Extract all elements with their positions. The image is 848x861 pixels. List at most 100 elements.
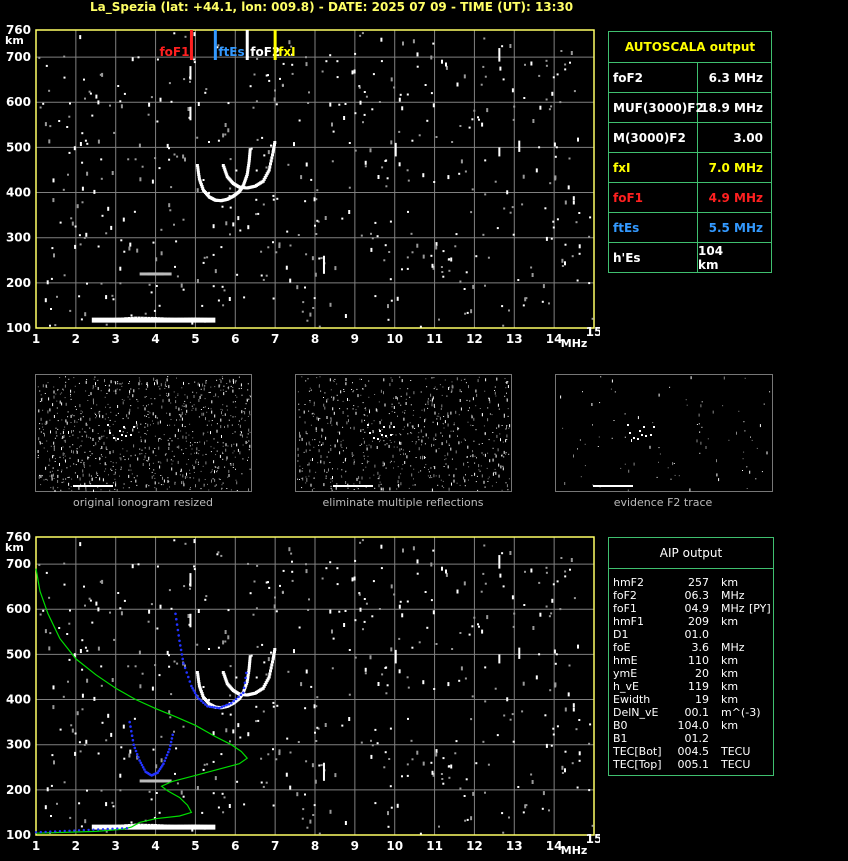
x-tick-label: 15 bbox=[586, 325, 600, 339]
thumbnail-frame bbox=[35, 374, 252, 492]
noise-speckle bbox=[38, 539, 594, 835]
aip-row: foF1 04.9 MHz [PY] bbox=[609, 602, 773, 615]
y-tick-label: 600 bbox=[6, 602, 31, 616]
aip-cell: B0 bbox=[613, 719, 628, 732]
autoscala-value: 4.9 MHz bbox=[708, 190, 763, 205]
noise-dash bbox=[147, 272, 172, 276]
x-tick-label: 7 bbox=[271, 839, 279, 853]
aip-cell: 20 bbox=[695, 667, 709, 680]
y-tick-label: 700 bbox=[6, 50, 31, 64]
thumbnail-caption-original: original ionogram resized bbox=[73, 496, 213, 509]
autoscala-key: fxI bbox=[609, 153, 698, 182]
aip-row: B0 104.0 km bbox=[609, 719, 773, 732]
x-tick-label: 3 bbox=[112, 839, 120, 853]
aip-row: D1 01.0 bbox=[609, 628, 773, 641]
aip-cell bbox=[749, 758, 769, 771]
aip-cell: 004.5 bbox=[677, 745, 710, 758]
aip-cell: hmE bbox=[613, 654, 638, 667]
es-layer-band bbox=[91, 824, 216, 830]
aip-cell: 3.6 bbox=[691, 641, 710, 654]
aip-row: hmF2 257 km bbox=[609, 576, 773, 589]
x-tick-label: 3 bbox=[112, 332, 120, 346]
aip-output-panel: AIP output hmF2 257 km foF2 06.3 MHz foF1 04.9 M… bbox=[608, 537, 774, 776]
noise-speckle bbox=[38, 32, 594, 328]
aip-cell: Ewidth bbox=[613, 693, 651, 706]
noise-streak bbox=[498, 147, 501, 157]
aip-cell: km bbox=[721, 693, 739, 706]
y-tick-label: 500 bbox=[6, 140, 31, 154]
trace-f2-ordinary bbox=[195, 148, 252, 203]
noise-streak bbox=[394, 649, 397, 664]
aip-cell bbox=[749, 615, 769, 628]
x-tick-label: 5 bbox=[191, 839, 199, 853]
trace-f2-ordinary bbox=[195, 655, 252, 710]
x-tick-label: 13 bbox=[506, 332, 523, 346]
aip-cell: 19 bbox=[695, 693, 709, 706]
aip-cell: foE bbox=[613, 641, 631, 654]
noise-streak bbox=[322, 255, 325, 274]
x-tick-label: 8 bbox=[311, 839, 319, 853]
autoscala-key: foF1 bbox=[609, 183, 698, 212]
aip-cell bbox=[749, 654, 769, 667]
noise-streak bbox=[394, 142, 397, 157]
aip-cell: TEC[Top] bbox=[613, 758, 662, 771]
aip-cell: 005.1 bbox=[677, 758, 710, 771]
aip-cell bbox=[709, 628, 749, 641]
x-tick-label: 4 bbox=[151, 332, 159, 346]
svg-text:foF1: foF1 bbox=[159, 45, 189, 59]
autoscala-row: h'Es 104 km bbox=[608, 243, 772, 273]
autoscala-row: fxI 7.0 MHz bbox=[608, 153, 772, 183]
noise-streak bbox=[498, 555, 501, 569]
noise-streak bbox=[518, 647, 521, 659]
x-tick-label: 2 bbox=[72, 839, 80, 853]
aip-cell: ymE bbox=[613, 667, 638, 680]
autoscala-value: 3.00 bbox=[733, 130, 763, 145]
y-axis-label: km bbox=[5, 541, 24, 554]
aip-cell bbox=[749, 628, 769, 641]
aip-cell bbox=[749, 706, 769, 719]
x-tick-label: 9 bbox=[351, 839, 359, 853]
autoscala-row: M(3000)F2 3.00 bbox=[608, 123, 772, 153]
noise-streak bbox=[189, 106, 192, 121]
noise-streak bbox=[189, 573, 192, 587]
aip-cell bbox=[749, 667, 769, 680]
aip-cell: 104.0 bbox=[677, 719, 710, 732]
aip-cell bbox=[749, 589, 769, 602]
aip-cell: hmF1 bbox=[613, 615, 645, 628]
aip-row: DelN_vE 00.1 m^(-3) bbox=[609, 706, 773, 719]
noise-streak bbox=[322, 762, 325, 781]
aip-cell: TEC[Bot] bbox=[613, 745, 662, 758]
aip-cell: 209 bbox=[688, 615, 709, 628]
autoscala-title: AUTOSCALA output bbox=[608, 31, 772, 63]
thumbnail-evidence-f2 bbox=[555, 374, 773, 492]
aip-cell: foF2 bbox=[613, 589, 637, 602]
aip-cell: 04.9 bbox=[684, 602, 710, 615]
aip-cell bbox=[749, 732, 769, 745]
y-tick-label: 200 bbox=[6, 276, 31, 290]
x-tick-label: 5 bbox=[191, 332, 199, 346]
aip-cell: h_vE bbox=[613, 680, 639, 693]
aip-cell: km bbox=[721, 615, 739, 628]
aip-cell: MHz bbox=[721, 641, 745, 654]
autoscala-row: foF2 6.3 MHz bbox=[608, 63, 772, 93]
noise-streak bbox=[189, 613, 192, 628]
aip-cell: 01.0 bbox=[684, 628, 710, 641]
autoscala-value: 7.0 MHz bbox=[708, 160, 763, 175]
x-tick-label: 9 bbox=[351, 332, 359, 346]
autoscala-row: MUF(3000)F2 18.9 MHz bbox=[608, 93, 772, 123]
y-tick-label: 700 bbox=[6, 557, 31, 571]
aip-cell bbox=[749, 745, 769, 758]
electron-density-profile bbox=[35, 568, 249, 834]
aip-title: AIP output bbox=[609, 538, 773, 569]
autoscala-key: h'Es bbox=[609, 243, 698, 272]
marker-ftes: ftEs bbox=[213, 30, 245, 60]
autoscala-row: ftEs 5.5 MHz bbox=[608, 213, 772, 243]
aip-cell: TECU bbox=[721, 745, 751, 758]
svg-text:ftEs: ftEs bbox=[218, 45, 244, 59]
aip-cell: D1 bbox=[613, 628, 629, 641]
x-tick-label: 1 bbox=[32, 332, 40, 346]
x-tick-label: 8 bbox=[311, 332, 319, 346]
aip-cell: 06.3 bbox=[684, 589, 710, 602]
thumbnail-eliminate-multiple bbox=[295, 374, 512, 492]
x-tick-label: 13 bbox=[506, 839, 523, 853]
